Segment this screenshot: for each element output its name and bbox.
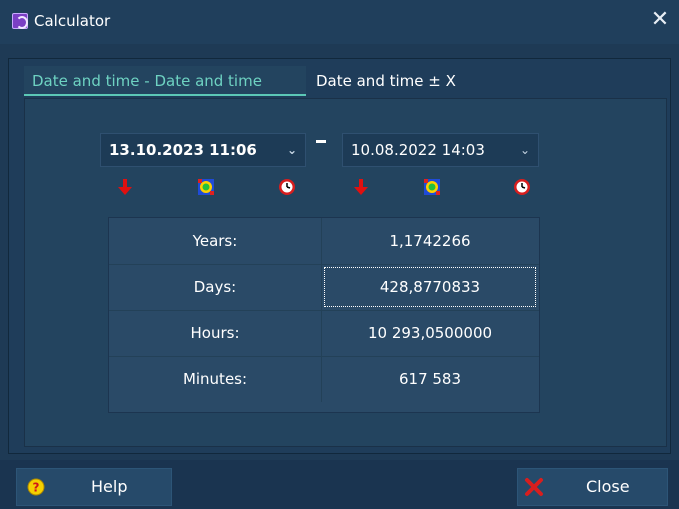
start-datetime-value: 13.10.2023 11:06: [109, 141, 257, 159]
close-button-label: Close: [586, 477, 630, 496]
chevron-down-icon[interactable]: ⌄: [287, 134, 297, 166]
results-table: Years: 1,1742266 Days: 428,8770833 Hours…: [108, 217, 540, 413]
tab-date-plus-minus-x[interactable]: Date and time ± X: [308, 66, 488, 96]
clock-icon[interactable]: [278, 178, 296, 196]
table-row: Minutes: 617 583: [109, 356, 539, 402]
start-datetime-select[interactable]: 13.10.2023 11:06 ⌄: [100, 133, 306, 167]
calendar-gear-icon[interactable]: [423, 178, 441, 196]
hours-value[interactable]: 10 293,0500000: [321, 310, 539, 356]
days-value[interactable]: 428,8770833: [321, 264, 539, 310]
minutes-value[interactable]: 617 583: [321, 356, 539, 402]
years-value[interactable]: 1,1742266: [321, 218, 539, 264]
calendar-gear-icon[interactable]: [197, 178, 215, 196]
hours-label: Hours:: [109, 310, 322, 356]
minutes-label: Minutes:: [109, 356, 322, 402]
table-row: Years: 1,1742266: [109, 218, 539, 265]
down-arrow-icon[interactable]: [116, 178, 134, 196]
end-datetime-select[interactable]: 10.08.2022 14:03 ⌄: [342, 133, 539, 167]
window-close-icon[interactable]: ✕: [649, 9, 671, 31]
window-title: Calculator: [34, 12, 111, 30]
clock-icon[interactable]: [513, 178, 531, 196]
tab-date-minus-date[interactable]: Date and time - Date and time: [24, 66, 306, 96]
down-arrow-icon[interactable]: [352, 178, 370, 196]
close-icon: [525, 478, 543, 496]
title-bar: Calculator ✕: [0, 0, 679, 44]
help-icon: ?: [27, 478, 45, 496]
date-separator: [316, 140, 326, 143]
end-datetime-value: 10.08.2022 14:03: [351, 141, 485, 159]
svg-text:?: ?: [33, 481, 40, 495]
table-row: Hours: 10 293,0500000: [109, 310, 539, 357]
days-label: Days:: [109, 264, 322, 310]
help-button-label: Help: [91, 477, 128, 496]
table-row: Days: 428,8770833: [109, 264, 539, 311]
help-button[interactable]: ? Help: [16, 468, 172, 506]
years-label: Years:: [109, 218, 322, 264]
chevron-down-icon[interactable]: ⌄: [520, 134, 530, 166]
close-button[interactable]: Close: [517, 468, 668, 506]
calculator-app-icon: [12, 13, 28, 29]
